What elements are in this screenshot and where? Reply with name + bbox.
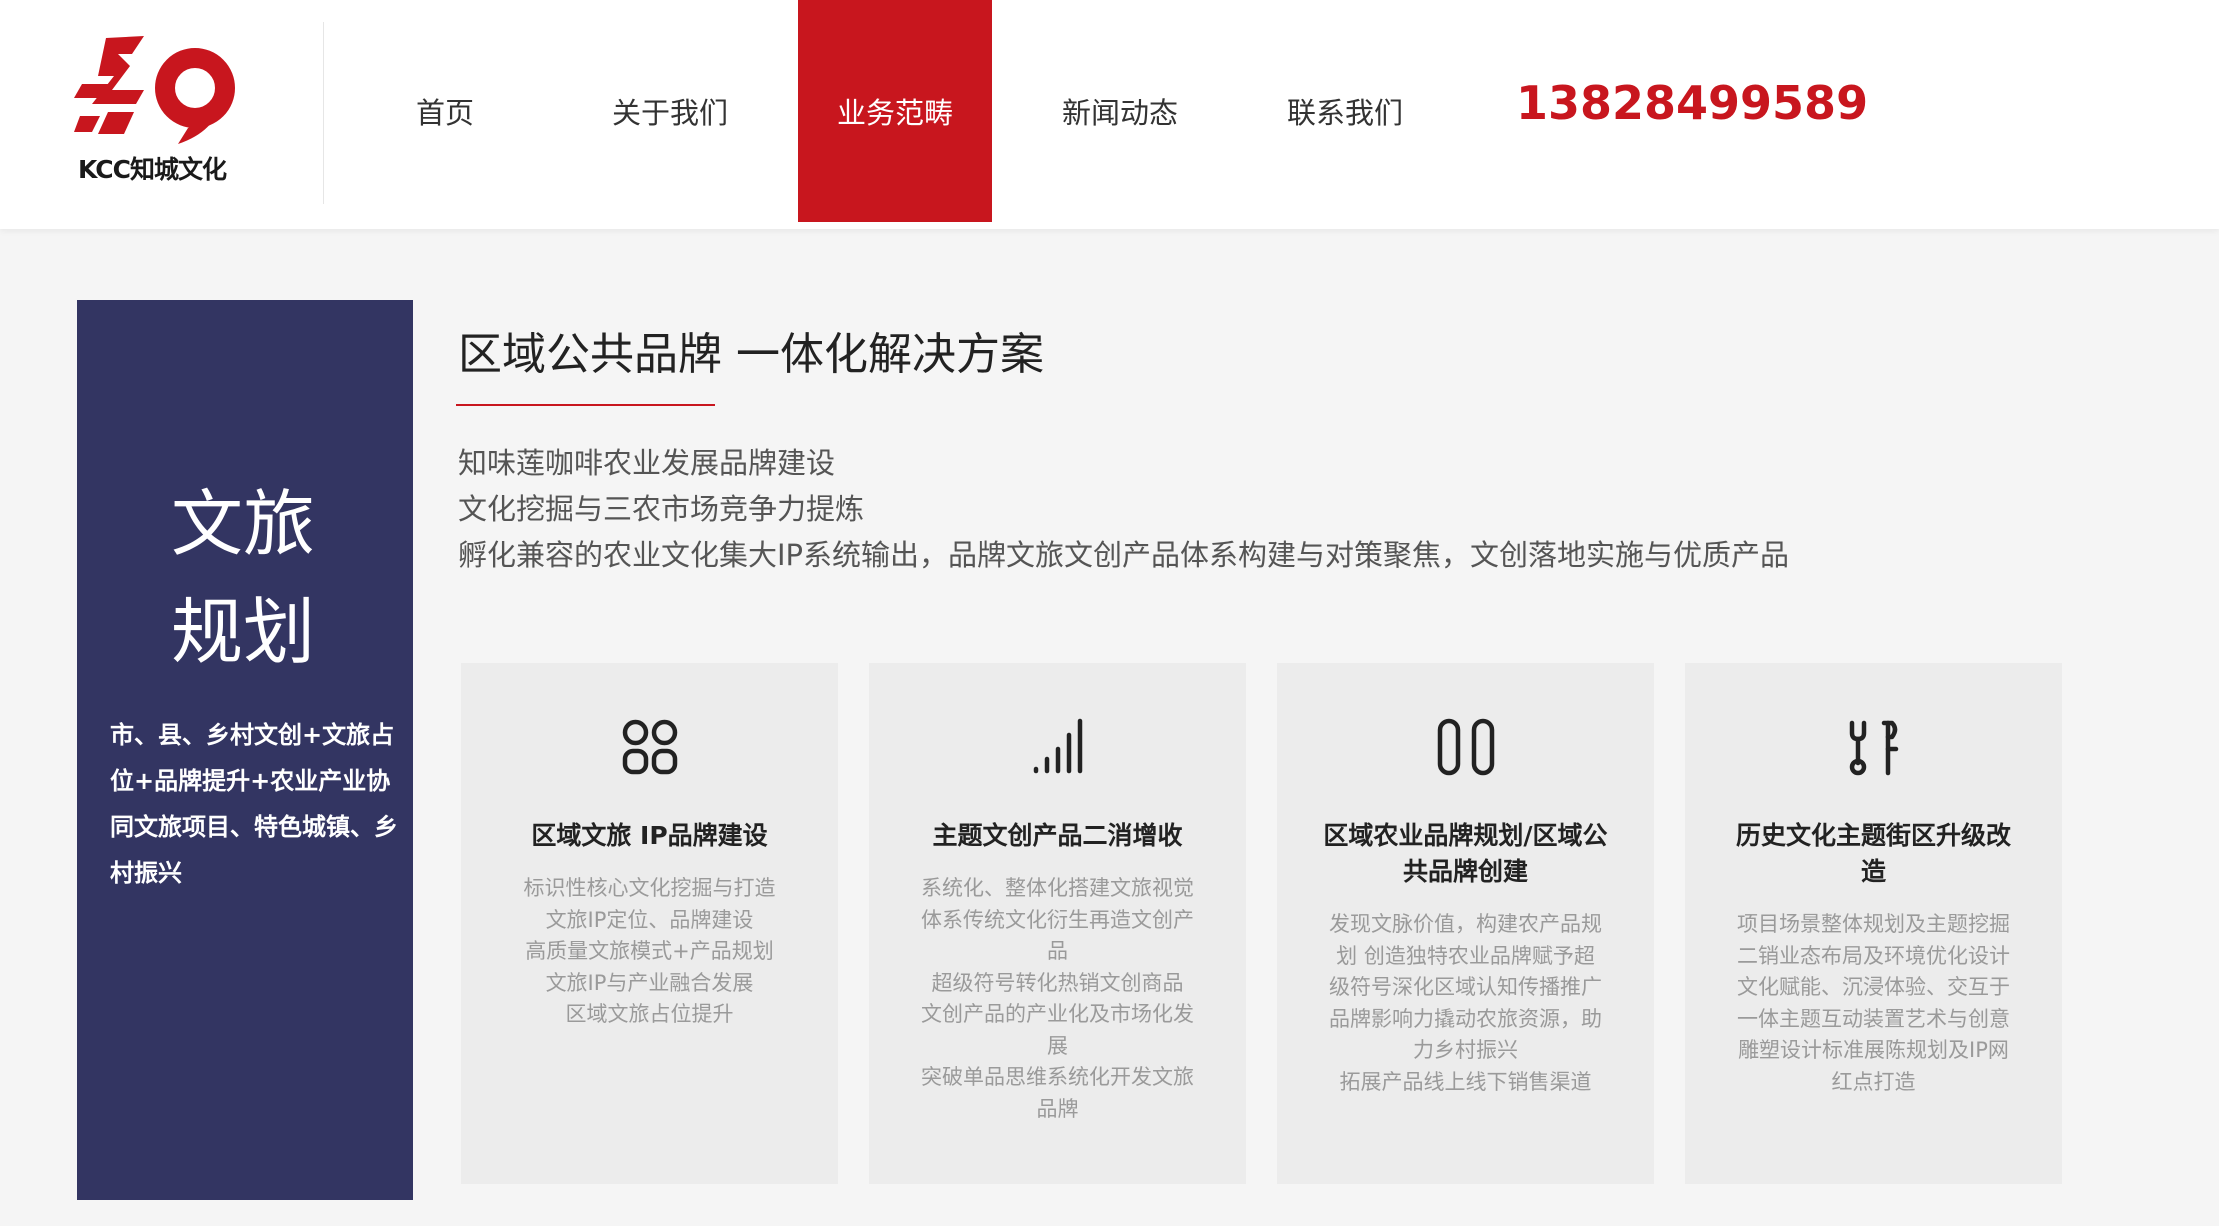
card-description: 项目场景整体规划及主题挖掘二销业态布局及环境优化设计 文化赋能、沉浸体验、交互于… (1737, 909, 2010, 1098)
nav-item-business[interactable]: 业务范畴 (798, 0, 992, 222)
card-title: 区域文旅 IP品牌建设 (531, 821, 768, 850)
card-desc-line: 标识性核心文化挖掘与打造 (523, 876, 776, 900)
card-desc-line: 区域文旅占位提升 (565, 1002, 734, 1026)
service-card-cultural-products[interactable]: 主题文创产品二消增收 系统化、整体化搭建文旅视觉体系传统文化衍生再造文创产品 超… (869, 663, 1246, 1184)
card-desc-line: 项目场景整体规划及主题挖掘二销业态布局及环境优化设计 (1737, 912, 2010, 968)
logo-divider (323, 22, 324, 204)
card-title: 主题文创产品二消增收 (932, 821, 1183, 850)
category-sidebar: 文旅 规划 市、县、乡村文创+文旅占位+品牌提升+农业产业协同文旅项目、特色城镇… (77, 300, 413, 1200)
card-desc-line: 文旅IP定位、品牌建设 (545, 907, 754, 932)
card-description: 发现文脉价值，构建农产品规划 创造独特农业品牌赋予超级符号深化区域认知传播推广品… (1329, 909, 1602, 1098)
section-intro: 知味莲咖啡农业发展品牌建设 文化挖掘与三农市场竞争力提炼 孵化兼容的农业文化集大… (458, 440, 1828, 578)
kcc-logo-mark-icon (74, 36, 235, 144)
service-card-ip-brand[interactable]: 区域文旅 IP品牌建设 标识性核心文化挖掘与打造 文旅IP定位、品牌建设 高质量… (461, 663, 838, 1184)
card-desc-line: 系统化、整体化搭建文旅视觉体系传统文化衍生再造文创产品 (921, 876, 1194, 963)
tools-icon (1849, 720, 1898, 776)
nav-item-about[interactable]: 关于我们 (573, 0, 767, 222)
service-card-historic-district[interactable]: 历史文化主题街区升级改造 项目场景整体规划及主题挖掘二销业态布局及环境优化设计 … (1685, 663, 2062, 1184)
intro-line: 孵化兼容的农业文化集大IP系统输出，品牌文旅文创产品体系构建与对策聚焦，文创落地… (458, 538, 1790, 572)
intro-line: 知味莲咖啡农业发展品牌建设 (458, 446, 836, 480)
nav-item-home[interactable]: 首页 (348, 0, 542, 222)
logo-text: KCC知城文化 (78, 155, 227, 184)
card-description: 标识性核心文化挖掘与打造 文旅IP定位、品牌建设 高质量文旅模式+产品规划 文旅… (513, 873, 786, 1031)
double-pill-icon (1437, 718, 1494, 776)
sidebar-title-line1: 文旅 (171, 482, 316, 566)
brand-logo[interactable]: KCC知城文化 (74, 32, 254, 192)
grid-four-icon (622, 719, 677, 775)
title-underline (456, 404, 715, 406)
service-card-agri-brand[interactable]: 区域农业品牌规划/区域公共品牌创建 发现文脉价值，构建农产品规划 创造独特农业品… (1277, 663, 1654, 1184)
phone-number[interactable]: 13828499589 (1516, 76, 1868, 130)
card-desc-line: 文化赋能、沉浸体验、交互于一体主题互动装置艺术与创意雕塑设计标准展陈规划及IP网… (1737, 975, 2010, 1094)
nav-item-contact[interactable]: 联系我们 (1248, 0, 1442, 222)
bar-chart-icon (1033, 718, 1082, 774)
card-desc-line: 文创产品的产业化及市场化发展 (921, 1002, 1194, 1058)
sidebar-title: 文旅 规划 (171, 470, 351, 686)
card-title: 区域农业品牌规划/区域公共品牌创建 (1323, 821, 1608, 886)
site-header: KCC知城文化 首页 关于我们 业务范畴 新闻动态 联系我们 138284995… (0, 0, 2219, 229)
card-title: 历史文化主题街区升级改造 (1735, 821, 2011, 886)
sidebar-title-line2: 规划 (171, 590, 316, 674)
card-desc-line: 超级符号转化热销文创商品 (931, 970, 1184, 995)
card-desc-line: 突破单品思维系统化开发文旅品牌 (921, 1065, 1194, 1121)
card-description: 系统化、整体化搭建文旅视觉体系传统文化衍生再造文创产品 超级符号转化热销文创商品… (921, 873, 1194, 1125)
section-title: 区域公共品牌 一体化解决方案 (458, 329, 1044, 380)
intro-line: 文化挖掘与三农市场竞争力提炼 (458, 492, 865, 526)
card-desc-line: 拓展产品线上线下销售渠道 (1339, 1069, 1592, 1094)
card-desc-line: 发现文脉价值，构建农产品规划 创造独特农业品牌赋予超级符号深化区域认知传播推广品… (1329, 912, 1602, 1062)
card-desc-line: 文旅IP与产业融合发展 (545, 970, 754, 995)
nav-item-news[interactable]: 新闻动态 (1023, 0, 1217, 222)
sidebar-description: 市、县、乡村文创+文旅占位+品牌提升+农业产业协同文旅项目、特色城镇、乡村振兴 (110, 721, 398, 887)
card-desc-line: 高质量文旅模式+产品规划 (525, 939, 774, 963)
